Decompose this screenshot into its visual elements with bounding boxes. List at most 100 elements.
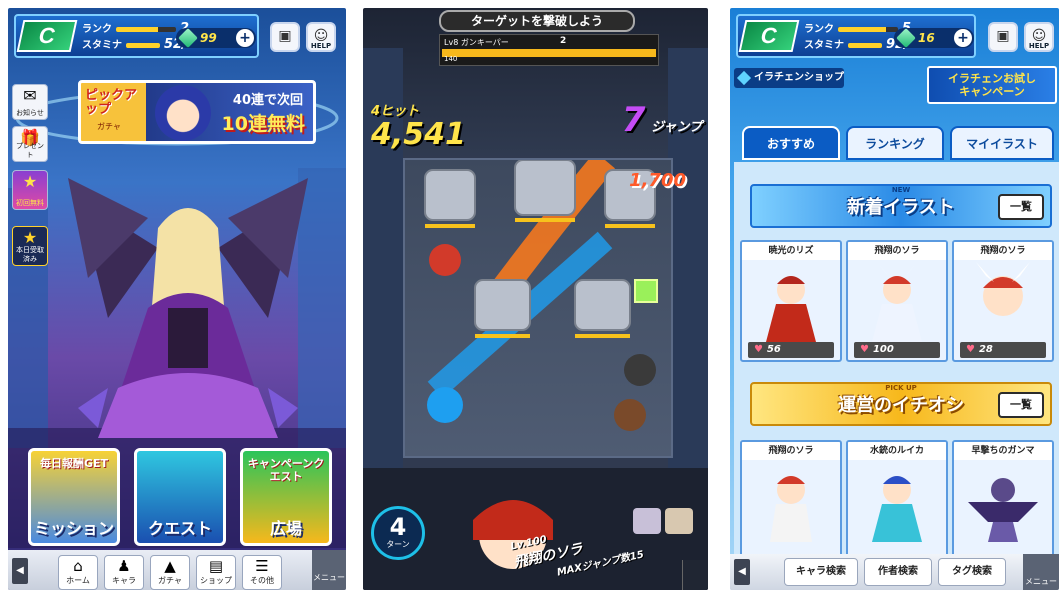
pickup-character-portrait (155, 85, 211, 141)
gem-value: 16 (918, 31, 935, 45)
illust-card-art (872, 476, 922, 542)
shop-title: イラチェンショップ (734, 68, 844, 88)
illust-card[interactable]: 飛翔のソラ ♥ 100 (846, 240, 948, 362)
illust-card[interactable]: 水銃のルイカ (846, 440, 948, 562)
nav-gacha-button[interactable]: ▲ ガチャ (150, 555, 190, 590)
illust-card[interactable]: 飛翔のソラ ♥ 28 (952, 240, 1054, 362)
pickup-gacha-banner[interactable]: ピックアップ ガチャ 40連で次回 10連無料 (78, 80, 316, 144)
nav-left-arrow-icon[interactable]: ◀ (12, 558, 28, 584)
list-icon: ☰ (255, 557, 269, 575)
turn-label: ターン (386, 540, 410, 549)
pickup-sub: ガチャ (97, 122, 121, 131)
heart-icon: ♥ (860, 344, 869, 355)
menu-button[interactable]: メニュー (312, 550, 346, 590)
nav-left-arrow-icon[interactable]: ◀ (734, 559, 750, 585)
plaza-tile[interactable]: キャンペーンクエスト 広場 (240, 448, 332, 546)
tab-recommended[interactable]: おすすめ (742, 126, 840, 160)
rank-bar (116, 26, 176, 32)
combo-display: 4ヒット 4,541 (371, 100, 466, 151)
heart-icon: ♥ (966, 344, 975, 355)
mail-icon: ✉ (23, 86, 37, 105)
illust-card-name: 暁光のリズ (742, 242, 840, 260)
enemy-count: 2 (560, 36, 567, 46)
home-screen: C ランク2 スタミナ52/32 99 + ▣ ☺HELP ✉ お知らせ 🎁 プ… (8, 8, 346, 590)
enemy-hp-value: 140 (444, 55, 458, 63)
rank-row: ランク2 (82, 20, 189, 36)
menu-button[interactable]: メニュー (1023, 554, 1059, 590)
combo-damage: 4,541 (371, 117, 466, 152)
plaza-tile-top: キャンペーンクエスト (247, 457, 325, 483)
help-button[interactable]: ☺ HELP (306, 22, 336, 52)
help-button[interactable]: ☺ HELP (1024, 22, 1054, 52)
campaign-line2: キャンペーン (959, 85, 1025, 98)
gem-counter: 16 + (894, 28, 974, 48)
app-logo-icon: C (16, 20, 78, 52)
shop-tabs: おすすめ ランキング マイイラスト (742, 124, 1059, 162)
free-gacha-label: 初回無料 (16, 199, 44, 207)
character-icon: ♟ (117, 557, 131, 575)
login-bonus-button[interactable]: ★ 本日受取済み (12, 226, 48, 266)
illust-card[interactable]: 暁光のリズ ♥ 56 (740, 240, 842, 362)
quest-tile[interactable]: クエスト (134, 448, 226, 546)
chat-button[interactable]: ▣ (988, 22, 1018, 52)
tab-ranking[interactable]: ランキング (846, 126, 944, 160)
section-pick-more-button[interactable]: 一覧 (998, 392, 1044, 418)
character-search-button[interactable]: キャラ検索 (784, 558, 858, 586)
illust-card-name: 水銃のルイカ (848, 442, 946, 460)
pickup-title: ピックアップ (85, 88, 138, 117)
stamina-label: スタミナ (82, 40, 122, 51)
present-button[interactable]: 🎁 プレゼント (12, 126, 48, 162)
player-status-bar: C ランク2 スタミナ52/32 99 + (14, 14, 259, 58)
nav-gacha-label: ガチャ (158, 576, 182, 585)
illust-card-name: 飛翔のソラ (742, 442, 840, 460)
mission-tile-top: 毎日報酬GET (39, 457, 109, 470)
section-new-more-button[interactable]: 一覧 (998, 194, 1044, 220)
enemy-hp-panel: Lv8 ガンキーパー 2 140 (439, 34, 659, 66)
nav-shop-button[interactable]: ▤ ショップ (196, 555, 236, 590)
section-new-tag: NEW (891, 186, 911, 194)
trial-campaign-banner[interactable]: イラチェンお試し キャンペーン (927, 66, 1057, 104)
author-search-button[interactable]: 作者検索 (864, 558, 932, 586)
stamina-bar (126, 42, 160, 48)
add-gems-button[interactable]: + (954, 29, 972, 47)
tag-search-button[interactable]: タグ検索 (938, 558, 1006, 586)
jump-label: ジャンプ (651, 120, 702, 135)
enemy-level: Lv8 (444, 38, 459, 47)
gem-icon (896, 28, 916, 48)
rank-label: ランク (804, 24, 834, 35)
nav-home-button[interactable]: ⌂ ホーム (58, 555, 98, 590)
section-pick-tag: PICK UP (885, 384, 917, 392)
shop-title-text: イラチェンショップ (754, 72, 844, 83)
campaign-line1: イラチェンお試し (948, 72, 1036, 85)
likes-value: 100 (872, 344, 894, 355)
enemy-name: ガンキーパー (460, 38, 509, 47)
nav-other-button[interactable]: ☰ その他 (242, 555, 282, 590)
app-logo-icon: C (738, 20, 800, 52)
featured-character-illustration (68, 178, 308, 438)
player-status-bar: C ランク5 スタミナ92/38 16 + (736, 14, 976, 58)
shop-icon: ▤ (208, 557, 224, 575)
illust-card-art (872, 262, 922, 342)
gem-icon (178, 28, 198, 48)
party-member-portrait[interactable] (665, 508, 693, 534)
add-gems-button[interactable]: + (236, 29, 254, 47)
turn-counter: 4 ターン (371, 506, 425, 560)
illust-card-art (770, 476, 812, 542)
illust-card[interactable]: 早撃ちのガンマ (952, 440, 1054, 562)
illust-card-likes: ♥ 56 (748, 342, 834, 358)
quest-tile-label: クエスト (147, 519, 212, 538)
chat-button[interactable]: ▣ (270, 22, 300, 52)
menu-label: メニュー (1025, 577, 1057, 586)
news-button[interactable]: ✉ お知らせ (12, 84, 48, 120)
nav-home-label: ホーム (66, 576, 90, 585)
mission-tile[interactable]: 毎日報酬GET ミッション (28, 448, 120, 546)
jump-counter: 7 ジャンプ (622, 100, 702, 140)
nav-character-button[interactable]: ♟ キャラ (104, 555, 144, 590)
tab-my-illust[interactable]: マイイラスト (950, 126, 1054, 160)
battle-menu-button[interactable] (682, 560, 708, 590)
party-member-portrait[interactable] (633, 508, 661, 534)
illust-card-likes: ♥ 28 (960, 342, 1046, 358)
illust-card-name: 早撃ちのガンマ (954, 442, 1052, 460)
illust-card[interactable]: 飛翔のソラ (740, 440, 842, 562)
free-gacha-banner[interactable]: ★ 初回無料 (12, 170, 48, 210)
